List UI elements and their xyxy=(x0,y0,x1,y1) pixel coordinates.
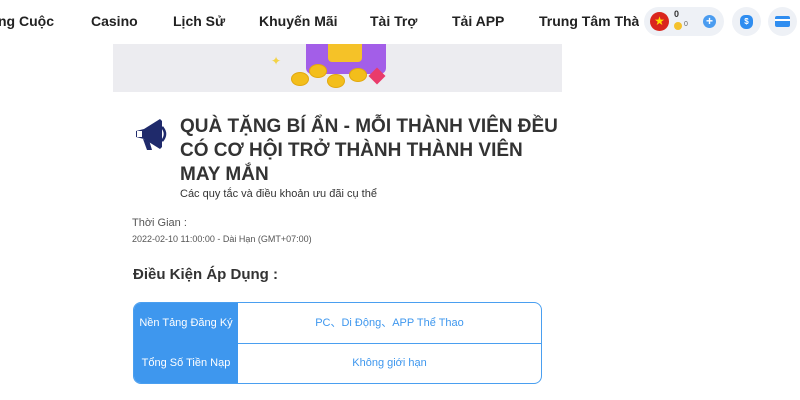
coin-shape xyxy=(327,74,345,88)
sparkle-icon: ✦ xyxy=(271,54,282,68)
time-label: Thời Gian : xyxy=(132,217,187,229)
conditions-title: Điều Kiện Áp Dụng : xyxy=(133,266,278,283)
plus-icon[interactable]: + xyxy=(703,15,716,28)
deposit-button[interactable]: $ xyxy=(732,7,761,36)
card-button[interactable] xyxy=(768,7,797,36)
top-navigation: ng Cuộc Casino Lịch Sử Khuyến Mãi Tài Tr… xyxy=(0,0,800,44)
condition-label-platform: Nền Tảng Đăng Ký xyxy=(134,303,238,343)
vietnam-flag-icon: ★ xyxy=(650,12,669,31)
nav-item-history[interactable]: Lịch Sử xyxy=(173,13,225,29)
nav-item-casino[interactable]: Casino xyxy=(91,13,138,29)
coin-shape xyxy=(309,64,327,78)
gift-box-lid-shape xyxy=(328,44,362,62)
nav-item-sponsorship[interactable]: Tài Trợ xyxy=(370,13,417,29)
nav-item-download-app[interactable]: Tải APP xyxy=(452,13,504,29)
nav-item-promotions[interactable]: Khuyến Mãi xyxy=(259,13,338,29)
credit-card-icon xyxy=(775,16,790,27)
coin-shape xyxy=(291,72,309,86)
condition-label-deposit: Tổng Số Tiền Nạp xyxy=(134,343,238,383)
nav-item-betting[interactable]: ng Cuộc xyxy=(0,13,54,29)
wallet-sub-balance: 0 xyxy=(684,21,688,28)
coin-icon xyxy=(674,22,682,30)
coin-shape xyxy=(349,68,367,82)
condition-value-platform: PC、Di Động、APP Thể Thao xyxy=(315,317,464,329)
table-row: Tổng Số Tiền Nạp Không giới hạn xyxy=(134,343,541,383)
wallet-balance: 0 xyxy=(674,9,680,19)
time-value: 2022-02-10 11:00:00 - Dài Hạn (GMT+07:00… xyxy=(132,234,312,244)
nav-item-member-center-wrap: Trung Tâm Thàn xyxy=(537,0,639,44)
promo-title: QUÀ TẶNG BÍ ẨN - MỖI THÀNH VIÊN ĐỀU CÓ C… xyxy=(180,116,558,185)
nav-item-member-center[interactable]: Trung Tâm Thàn xyxy=(539,13,639,29)
wallet-widget[interactable]: ★ 0 0 + xyxy=(644,7,724,36)
megaphone-icon xyxy=(136,119,167,150)
money-bag-icon: $ xyxy=(740,15,753,29)
condition-value-deposit: Không giới hạn xyxy=(352,357,427,369)
table-row: Nền Tảng Đăng Ký PC、Di Động、APP Thể Thao xyxy=(134,303,541,344)
conditions-table: Nền Tảng Đăng Ký PC、Di Động、APP Thể Thao… xyxy=(133,302,542,384)
promo-banner-image: ✦ xyxy=(113,44,562,92)
promo-subtitle: Các quy tắc và điều khoản ưu đãi cụ thể xyxy=(180,188,377,200)
